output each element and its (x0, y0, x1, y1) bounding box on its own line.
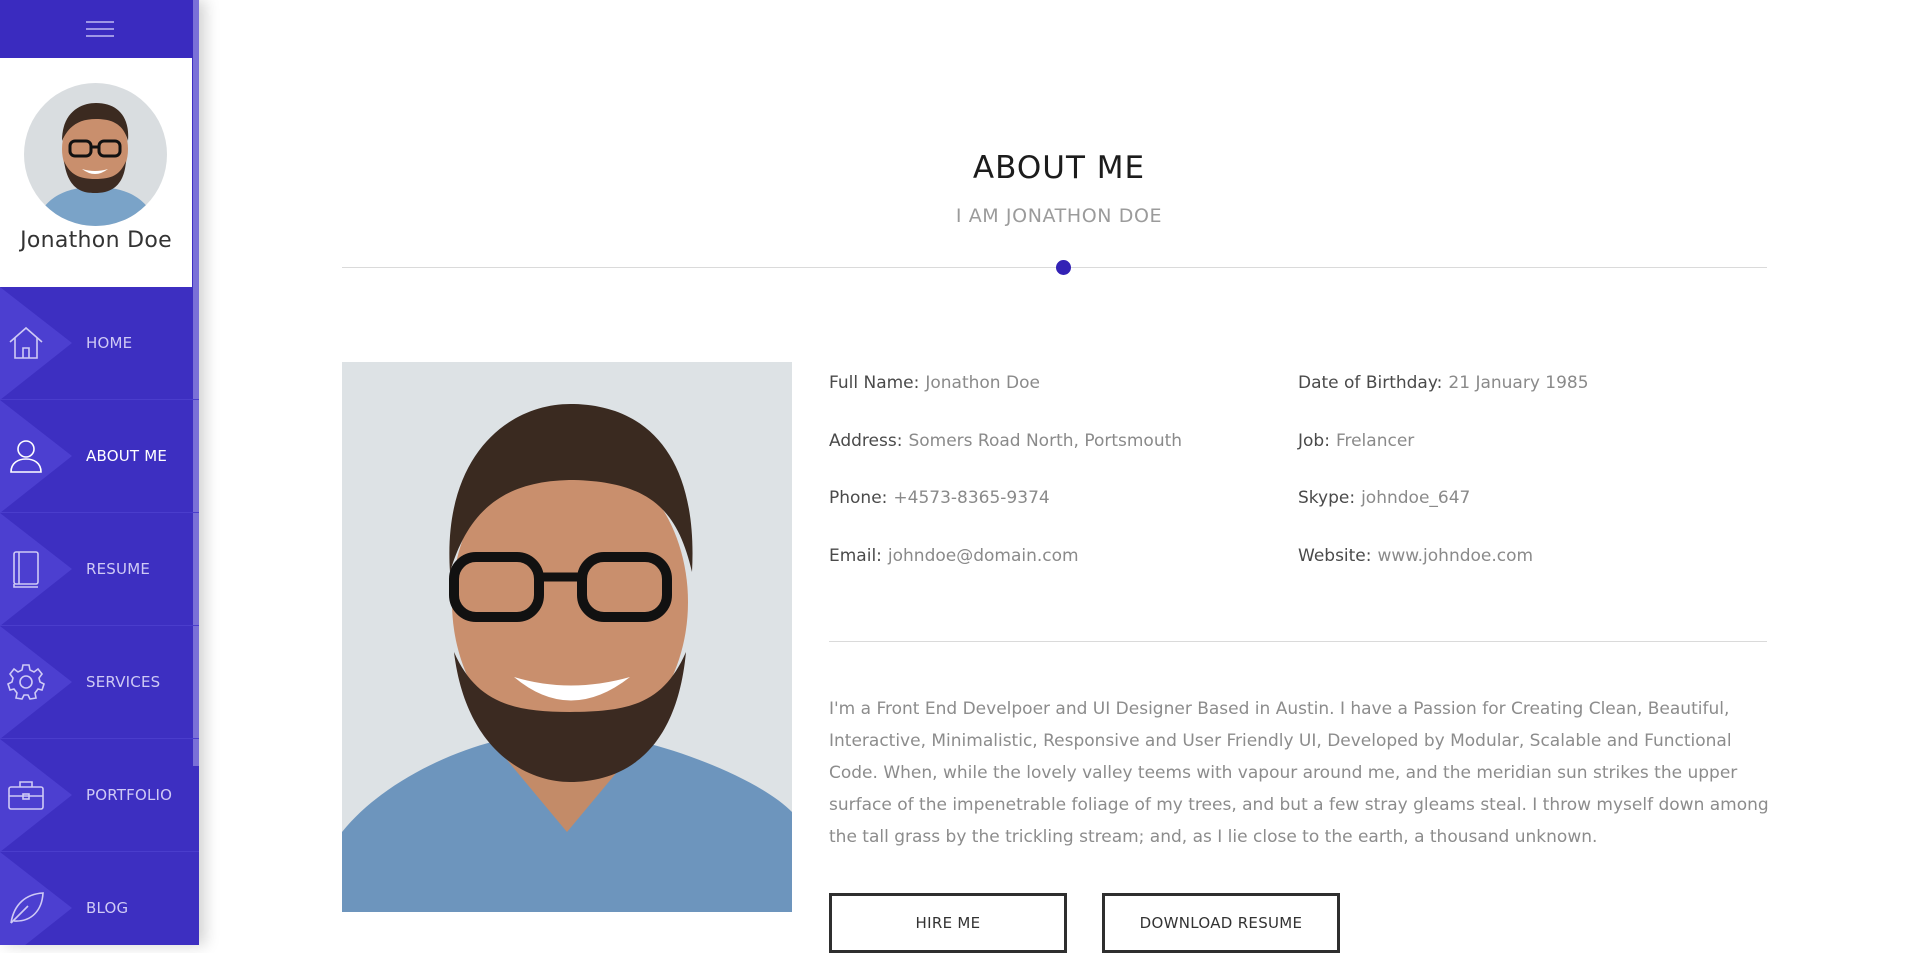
menu-toggle-button[interactable] (0, 0, 199, 58)
info-phone: Phone: +4573-8365-9374 (829, 488, 1050, 508)
info-skype: Skype: johndoe_647 (1298, 488, 1471, 508)
info-job: Job: Frelancer (1298, 430, 1415, 451)
profile-name: Jonathon Doe (20, 228, 172, 253)
book-icon (13, 551, 39, 588)
profile-photo (342, 362, 792, 912)
user-icon (10, 440, 42, 473)
leaf-icon (10, 892, 44, 924)
info-birthday: Date of Birthday: 21 January 1985 (1298, 373, 1589, 393)
avatar (24, 83, 167, 226)
sidebar-item-label: HOME (86, 334, 133, 352)
sidebar-item-about-me[interactable]: ABOUT ME (0, 400, 199, 513)
sidebar-item-label: RESUME (86, 560, 151, 578)
hire-me-button[interactable]: HIRE ME (829, 893, 1067, 953)
sidebar: Jonathon Doe HOME ABOUT ME RESUME SERVIC… (0, 0, 199, 945)
briefcase-icon (8, 781, 44, 810)
sidebar-item-services[interactable]: SERVICES (0, 626, 199, 739)
sidebar-item-home[interactable]: HOME (0, 287, 199, 400)
info-column-right: Date of Birthday: 21 January 1985 Job: Fre… (1298, 373, 1768, 603)
hamburger-icon (85, 16, 114, 42)
sidebar-item-blog[interactable]: BLOG (0, 852, 199, 945)
info-full-name: Full Name: Jonathon Doe (829, 373, 1040, 393)
sidebar-nav: HOME ABOUT ME RESUME SERVICES PORTFOLIO … (0, 287, 199, 945)
download-resume-button[interactable]: DOWNLOAD RESUME (1102, 893, 1340, 953)
info-address: Address: Somers Road North, Portsmouth (829, 430, 1183, 451)
home-icon (9, 326, 43, 359)
info-website: Website: www.johndoe.com (1298, 545, 1534, 566)
info-divider (829, 641, 1767, 642)
page-subtitle: I AM JONATHON DOE (955, 205, 1163, 227)
about-section: ABOUT ME I AM JONATHON DOE Full Name: Jon… (199, 0, 1919, 953)
info-column-left: Full Name: Jonathon Doe Address: Somers Ro… (829, 373, 1299, 603)
sidebar-item-label: ABOUT ME (86, 447, 168, 465)
sidebar-item-portfolio[interactable]: PORTFOLIO (0, 739, 199, 852)
profile-card: Jonathon Doe (0, 58, 192, 287)
sidebar-item-label: PORTFOLIO (86, 786, 173, 804)
title-divider (342, 267, 1767, 268)
sidebar-item-resume[interactable]: RESUME (0, 513, 199, 626)
divider-dot (1056, 260, 1071, 275)
gear-icon (7, 664, 45, 700)
sidebar-item-label: BLOG (86, 899, 129, 917)
sidebar-item-label: SERVICES (86, 673, 161, 691)
bio-paragraph: I'm a Front End Develpoer and UI Designe… (829, 699, 1769, 847)
page-title: ABOUT ME (972, 150, 1146, 186)
info-email: Email: johndoe@domain.com (829, 545, 1079, 566)
